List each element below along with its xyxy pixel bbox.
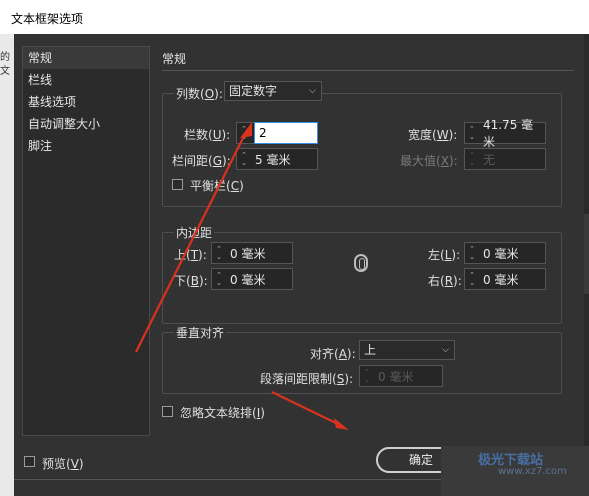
gutter-label: 栏间距(G): <box>172 154 231 168</box>
inset-right-label: 右(R): <box>428 274 462 288</box>
nav-item-footnotes[interactable]: 脚注 <box>23 135 149 157</box>
inset-bottom-label: 下(B): <box>174 274 208 288</box>
stepper-arrows-icon[interactable]: ⌃ ⌄ <box>212 243 226 263</box>
preview-label: 预览(V) <box>42 457 84 471</box>
ignore-text-wrap-label: 忽略文本绕排(I) <box>180 406 265 420</box>
stepper-arrows-icon[interactable]: ⌃ ⌄ <box>237 149 251 169</box>
align-select[interactable]: 上 ⌵ <box>359 340 455 360</box>
preview-checkbox[interactable] <box>24 456 35 467</box>
nav-item-auto-size[interactable]: 自动调整大小 <box>23 113 149 135</box>
stepper-arrows-icon[interactable]: ⌃ ⌄ <box>465 123 479 143</box>
stepper-arrows-icon: ⌃ ⌄ <box>364 368 370 384</box>
paragraph-spacing-limit-stepper: ⌃ ⌄ 0 毫米 <box>359 365 443 387</box>
inset-bottom-stepper[interactable]: ⌃ ⌄ 0 毫米 <box>211 268 293 290</box>
chevron-down-icon: ⌵ <box>442 345 449 355</box>
stepper-arrows-icon[interactable]: ⌃ ⌄ <box>465 243 479 263</box>
width-stepper[interactable]: ⌃ ⌄ 41.75 毫米 <box>464 118 546 149</box>
columns-type-select[interactable]: 固定数字 ⌵ <box>224 81 322 101</box>
gutter-stepper[interactable]: ⌃ ⌄ 5 毫米 <box>236 148 318 170</box>
background-text: 文 <box>0 66 10 77</box>
stepper-arrows-icon[interactable]: ⌃ ⌄ <box>212 269 226 289</box>
column-count-stepper[interactable]: ⌃ ⌄ <box>236 122 256 144</box>
ignore-text-wrap-checkbox[interactable] <box>162 406 173 417</box>
inset-group-title: 内边距 <box>174 224 215 241</box>
background-text: 的 <box>0 52 10 63</box>
background-panel-edge <box>584 34 589 496</box>
watermark-url: www.xz7.com <box>498 466 567 477</box>
paragraph-spacing-limit-label: 段落间距限制(S): <box>260 372 354 386</box>
max-width-label: 最大值(X): <box>400 154 458 168</box>
nav-item-general[interactable]: 常规 <box>23 47 149 69</box>
column-count-input[interactable]: 2 <box>254 122 318 144</box>
balance-columns-checkbox[interactable] <box>172 179 183 190</box>
stepper-arrows-icon: ⌃ ⌄ <box>469 151 475 167</box>
text-frame-options-dialog: 常规 栏线 基线选项 自动调整大小 脚注 常规 列数(O): 固定数字 ⌵ 栏数(… <box>14 34 584 480</box>
column-count-label: 栏数(U): <box>184 128 231 142</box>
inset-top-label: 上(T): <box>174 248 207 262</box>
stepper-arrows-icon[interactable]: ⌃ ⌄ <box>465 269 479 289</box>
category-list: 常规 栏线 基线选项 自动调整大小 脚注 <box>22 46 150 436</box>
width-label: 宽度(W): <box>408 128 458 142</box>
page-title: 常规 <box>162 52 187 66</box>
window-title: 文本框架选项 <box>0 0 589 34</box>
columns-type-label: 列数(O): <box>174 85 225 102</box>
inset-left-stepper[interactable]: ⌃ ⌄ 0 毫米 <box>464 242 546 264</box>
link-chain-icon[interactable] <box>354 254 368 272</box>
chevron-down-icon: ⌵ <box>309 86 316 96</box>
background-document-edge: 的 文 <box>0 34 14 496</box>
nav-item-baseline-options[interactable]: 基线选项 <box>23 91 149 113</box>
balance-columns-label: 平衡栏(C) <box>190 179 244 193</box>
stepper-arrows-icon[interactable]: ⌃ ⌄ <box>237 123 251 143</box>
inset-top-stepper[interactable]: ⌃ ⌄ 0 毫米 <box>211 242 293 264</box>
nav-item-column-rules[interactable]: 栏线 <box>23 69 149 91</box>
vertical-justification-title: 垂直对齐 <box>174 324 227 341</box>
divider <box>162 70 574 71</box>
inset-left-label: 左(L): <box>428 248 461 262</box>
align-label: 对齐(A): <box>310 347 356 361</box>
max-width-stepper: ⌃ ⌄ 无 <box>464 148 546 170</box>
inset-right-stepper[interactable]: ⌃ ⌄ 0 毫米 <box>464 268 546 290</box>
